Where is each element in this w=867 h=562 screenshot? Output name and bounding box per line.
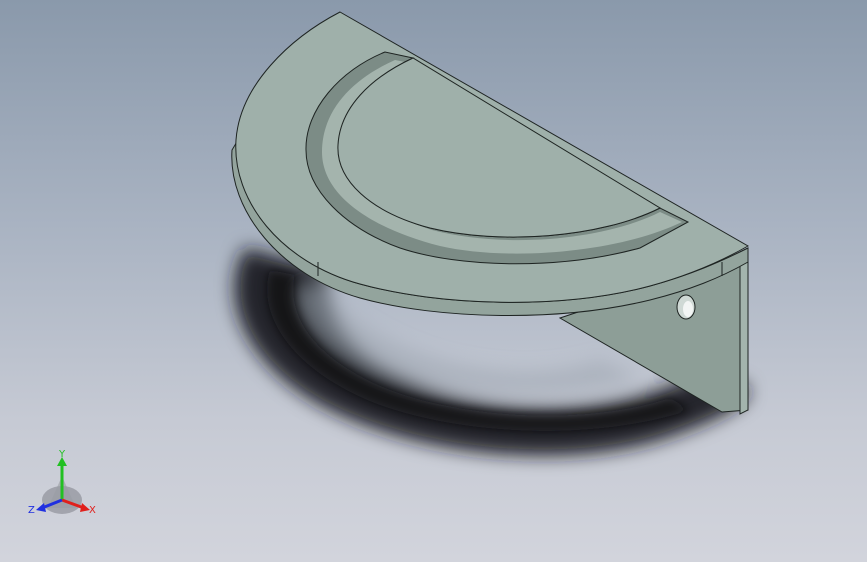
half-disc-plate bbox=[231, 11, 750, 316]
plate-edge bbox=[739, 247, 749, 415]
z-axis-label: Z bbox=[28, 505, 35, 516]
graphics-viewport[interactable]: Y X Z bbox=[0, 0, 867, 562]
view-triad[interactable]: Y X Z bbox=[24, 448, 104, 520]
inner-disc-face bbox=[337, 57, 662, 238]
y-axis-label: Y bbox=[59, 449, 66, 460]
x-axis-label: X bbox=[89, 505, 96, 516]
model-scene[interactable] bbox=[0, 0, 867, 562]
